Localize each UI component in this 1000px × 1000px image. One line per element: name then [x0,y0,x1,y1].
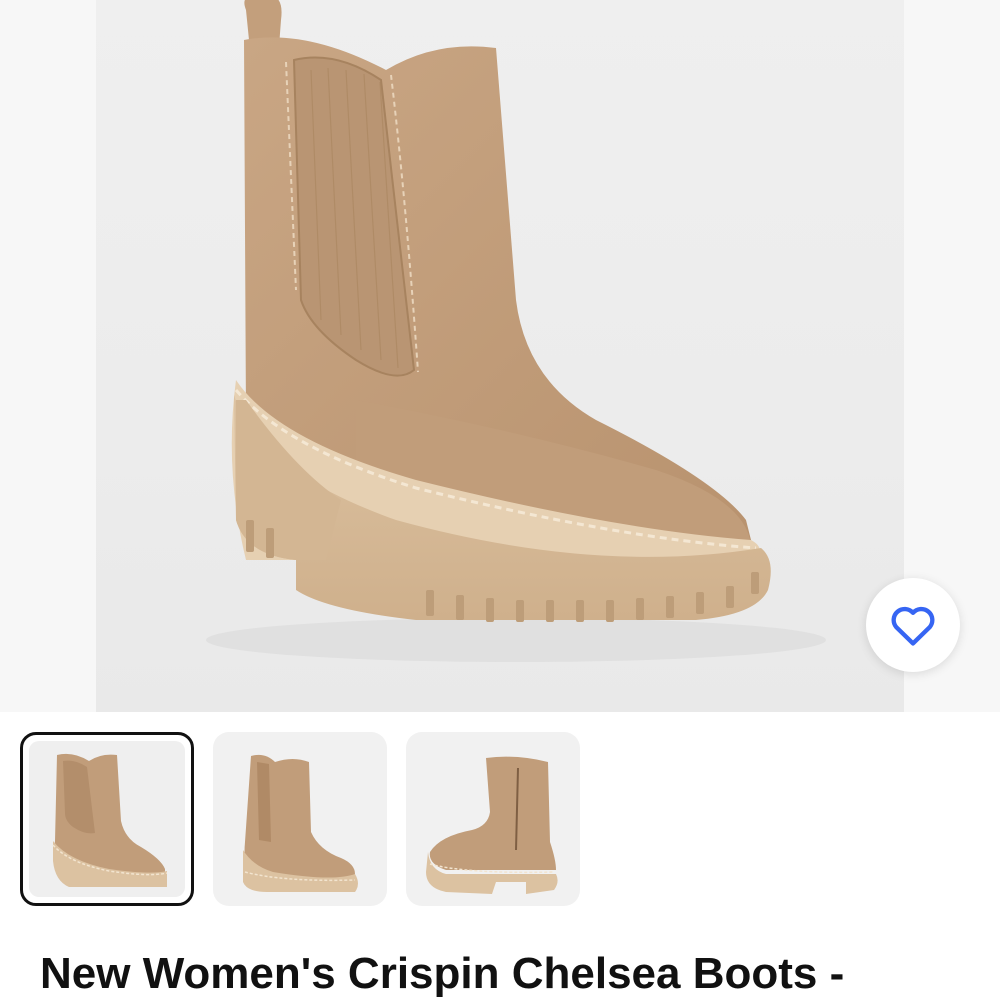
boot-image [206,0,826,662]
thumbnail-strip [20,732,980,906]
boot-thumbnail-front [52,753,168,887]
listing-title: New Women's Crispin Chelsea Boots - [40,949,845,998]
watch-button[interactable] [866,578,960,672]
listing-page: New Women's Crispin Chelsea Boots - [0,0,1000,1000]
thumbnail-1-image [29,741,185,897]
thumbnail-1[interactable] [20,732,194,906]
heart-outline-icon [891,606,935,646]
thumbnail-2[interactable] [213,732,387,906]
hero-product-photo[interactable] [96,0,904,712]
boot-thumbnail-inner [426,756,558,894]
hero-image-area [0,0,1000,712]
boot-thumbnail-side [243,754,358,892]
thumbnail-3[interactable] [406,732,580,906]
